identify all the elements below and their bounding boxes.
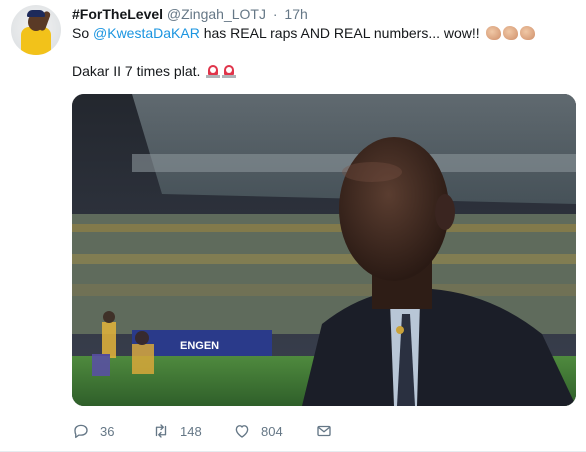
siren-icon xyxy=(206,64,221,78)
clapping-hands-icon xyxy=(519,26,535,40)
like-button[interactable]: 804 xyxy=(233,420,283,442)
tweet[interactable]: #ForTheLevel @Zingah_LOTJ · 17h So @Kwes… xyxy=(0,0,586,452)
clapping-hands-icon xyxy=(485,26,501,40)
retweet-icon xyxy=(155,424,167,438)
like-count: 804 xyxy=(261,423,283,439)
display-name[interactable]: #ForTheLevel xyxy=(72,6,163,22)
mention-link[interactable]: @KwestaDaKAR xyxy=(93,25,200,41)
timestamp[interactable]: 17h xyxy=(284,6,307,22)
direct-message-button[interactable] xyxy=(315,420,343,442)
user-handle[interactable]: @Zingah_LOTJ xyxy=(167,6,266,22)
tweet-actions: 36 148 804 xyxy=(72,420,576,442)
avatar-shirt xyxy=(21,27,51,55)
envelope-icon xyxy=(317,425,331,437)
separator-dot: · xyxy=(272,6,278,22)
reply-icon xyxy=(74,424,88,439)
tweet-photo[interactable]: ENGEN xyxy=(72,94,576,406)
sign-text: ENGEN xyxy=(180,340,219,352)
tweet-text-line-2: Dakar II 7 times plat. xyxy=(72,62,237,81)
clapping-hands-icon xyxy=(502,26,518,40)
avatar[interactable] xyxy=(11,5,61,55)
retweet-button[interactable]: 148 xyxy=(152,420,202,442)
tweet-text-plat: Dakar II 7 times plat. xyxy=(72,63,201,79)
avatar-cap xyxy=(27,10,45,17)
reply-count: 36 xyxy=(100,423,115,439)
tweet-text-suffix: has REAL raps AND REAL numbers... wow!! xyxy=(203,25,480,41)
heart-icon xyxy=(235,425,249,438)
tweet-text-line-1: So @KwestaDaKAR has REAL raps AND REAL n… xyxy=(72,24,535,43)
stadium-photo-illustration: ENGEN xyxy=(72,94,576,406)
siren-icon xyxy=(222,64,237,78)
tweet-text-prefix: So xyxy=(72,25,90,41)
tweet-header: #ForTheLevel @Zingah_LOTJ · 17h xyxy=(72,5,308,23)
retweet-count: 148 xyxy=(180,423,202,439)
reply-button[interactable]: 36 xyxy=(72,420,114,442)
